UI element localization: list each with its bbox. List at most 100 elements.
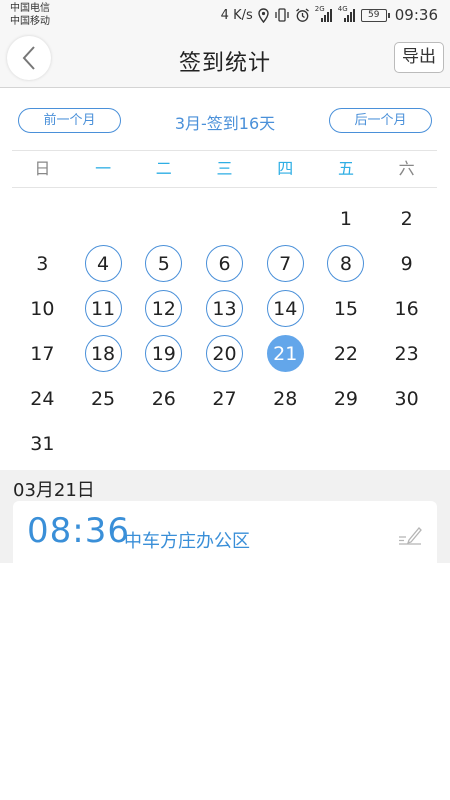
calendar-day-1[interactable]: 1 <box>316 196 377 241</box>
day-number: 6 <box>205 245 243 282</box>
calendar-day-31[interactable]: 31 <box>12 421 73 466</box>
carrier-info: 中国电信 中国移动 <box>10 2 50 28</box>
day-number: 9 <box>400 252 413 275</box>
calendar-day-10[interactable]: 10 <box>12 286 73 331</box>
weekday-sun: 日 <box>34 159 51 178</box>
signal-icon-2: 4G <box>338 5 356 22</box>
status-bar: 中国电信 中国移动 4 K/s 2G 4G 59 09:36 <box>0 0 450 30</box>
calendar-grid: 1 2 3 4 5 6 7 8 9 10 11 12 13 14 15 16 17 18 19 20 21 22 23 24 2… <box>12 196 437 466</box>
calendar-blank-cell <box>73 196 134 241</box>
month-navigation: 前一个月 3月-签到16天 后一个月 <box>0 88 450 150</box>
day-number: 23 <box>394 342 419 365</box>
vibrate-icon <box>274 8 290 22</box>
calendar-day-6[interactable]: 6 <box>194 241 255 286</box>
day-number: 18 <box>84 335 122 372</box>
day-number: 30 <box>394 387 419 410</box>
checkin-record-card[interactable]: 08:36 中车方庄办公区 <box>13 501 437 563</box>
day-number: 21 <box>266 335 304 372</box>
calendar-day-4[interactable]: 4 <box>73 241 134 286</box>
calendar-blank-cell <box>194 196 255 241</box>
day-number: 12 <box>145 290 183 327</box>
weekday-sat: 六 <box>398 159 415 178</box>
calendar-day-11[interactable]: 11 <box>73 286 134 331</box>
weekday-mon: 一 <box>95 159 112 178</box>
calendar-day-19[interactable]: 19 <box>133 331 194 376</box>
day-number: 28 <box>273 387 298 410</box>
alarm-icon <box>295 7 310 23</box>
carrier-2: 中国移动 <box>10 16 50 27</box>
day-number: 5 <box>145 245 183 282</box>
day-detail-section: 03月21日 08:36 中车方庄办公区 <box>0 470 450 563</box>
nav-bar: 签到统计 导出 <box>0 30 450 88</box>
calendar-day-20[interactable]: 20 <box>194 331 255 376</box>
detail-date: 03月21日 <box>13 480 95 501</box>
calendar-day-16[interactable]: 16 <box>376 286 437 331</box>
day-number: 15 <box>333 297 359 320</box>
day-number: 19 <box>145 335 183 372</box>
battery-icon: 59 <box>360 8 390 22</box>
day-number: 7 <box>266 245 304 282</box>
day-number: 3 <box>36 252 49 275</box>
calendar-day-14[interactable]: 14 <box>255 286 316 331</box>
weekday-tue: 二 <box>155 159 172 178</box>
calendar-day-3[interactable]: 3 <box>12 241 73 286</box>
day-number: 4 <box>84 245 122 282</box>
day-number: 8 <box>327 245 365 282</box>
calendar-day-24[interactable]: 24 <box>12 376 73 421</box>
calendar-day-26[interactable]: 26 <box>133 376 194 421</box>
calendar-day-7[interactable]: 7 <box>255 241 316 286</box>
calendar-day-2[interactable]: 2 <box>376 196 437 241</box>
checkin-location: 中车方庄办公区 <box>124 531 250 552</box>
calendar-day-9[interactable]: 9 <box>376 241 437 286</box>
status-icons: 4 K/s 2G 4G 59 09:36 <box>220 5 438 25</box>
page-title: 签到统计 <box>178 51 271 76</box>
status-time: 09:36 <box>394 6 438 24</box>
calendar-day-18[interactable]: 18 <box>73 331 134 376</box>
day-number: 27 <box>212 387 237 410</box>
calendar-blank-cell <box>12 196 73 241</box>
calendar-day-17[interactable]: 17 <box>12 331 73 376</box>
location-icon <box>258 7 269 23</box>
weekday-fri: 五 <box>337 159 354 178</box>
day-number: 10 <box>30 297 55 320</box>
carrier-1: 中国电信 <box>10 3 50 14</box>
calendar-day-8[interactable]: 8 <box>316 241 377 286</box>
next-month-button[interactable]: 后一个月 <box>329 108 432 133</box>
day-number: 24 <box>30 387 55 410</box>
day-number: 11 <box>84 290 122 327</box>
day-number: 29 <box>333 387 359 410</box>
signal-icon-1: 2G <box>315 5 333 22</box>
day-number: 14 <box>266 290 304 327</box>
calendar-blank-cell <box>255 196 316 241</box>
export-button[interactable]: 导出 <box>394 42 444 73</box>
day-number: 22 <box>333 342 359 365</box>
calendar-day-30[interactable]: 30 <box>376 376 437 421</box>
calendar-day-21[interactable]: 21 <box>255 331 316 376</box>
calendar-day-15[interactable]: 15 <box>316 286 377 331</box>
day-number: 16 <box>394 297 419 320</box>
day-number: 25 <box>90 387 116 410</box>
calendar-day-27[interactable]: 27 <box>194 376 255 421</box>
day-number: 17 <box>30 342 55 365</box>
checkin-time: 08:36 <box>27 511 130 551</box>
weekday-thu: 四 <box>277 159 294 178</box>
weekday-header: 日 一 二 三 四 五 六 <box>12 150 437 188</box>
calendar-day-13[interactable]: 13 <box>194 286 255 331</box>
day-number: 31 <box>30 432 55 455</box>
calendar-day-23[interactable]: 23 <box>376 331 437 376</box>
day-number: 1 <box>339 207 352 230</box>
calendar-blank-cell <box>133 196 194 241</box>
day-number: 26 <box>151 387 176 410</box>
calendar-day-28[interactable]: 28 <box>255 376 316 421</box>
network-speed: 4 K/s <box>220 7 253 23</box>
calendar-day-22[interactable]: 22 <box>316 331 377 376</box>
day-number: 13 <box>205 290 243 327</box>
day-number: 20 <box>205 335 243 372</box>
calendar-day-29[interactable]: 29 <box>316 376 377 421</box>
calendar-day-12[interactable]: 12 <box>133 286 194 331</box>
edit-icon[interactable] <box>397 525 423 551</box>
calendar-day-5[interactable]: 5 <box>133 241 194 286</box>
day-number: 2 <box>400 207 413 230</box>
calendar-day-25[interactable]: 25 <box>73 376 134 421</box>
weekday-wed: 三 <box>216 159 233 178</box>
